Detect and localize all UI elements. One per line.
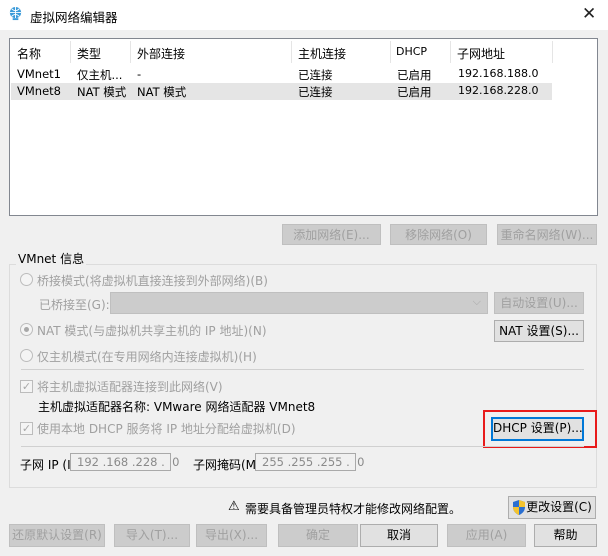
column-header-subnet[interactable]: 子网地址 [457, 45, 505, 62]
nat-settings-button[interactable]: NAT 设置(S)... [494, 320, 584, 342]
bridged-to-dropdown[interactable]: ⌵ [110, 292, 488, 314]
apply-button[interactable]: 应用(A) [447, 524, 526, 547]
warning-icon: ⚠ [228, 499, 240, 514]
cell-name: VMnet8 [17, 84, 61, 98]
column-header-dhcp[interactable]: DHCP [396, 45, 427, 58]
export-button[interactable]: 导出(X)... [196, 524, 267, 547]
divider [21, 446, 584, 447]
remove-network-button[interactable]: 移除网络(O) [390, 224, 487, 245]
rename-network-button[interactable]: 重命名网络(W)... [497, 224, 597, 245]
cell-type: NAT 模式 [77, 85, 127, 99]
restore-defaults-button[interactable]: 还原默认设置(R) [9, 524, 105, 547]
connect-adapter-checkbox[interactable]: ✓ [20, 380, 33, 393]
cancel-button[interactable]: 取消 [360, 524, 438, 547]
column-header-name[interactable]: 名称 [17, 45, 41, 62]
divider [21, 369, 584, 370]
bridged-label: 桥接模式(将虚拟机直接连接到外部网络)(B) [37, 274, 268, 288]
group-label: VMnet 信息 [16, 250, 87, 267]
auto-settings-button[interactable]: 自动设置(U)... [494, 292, 584, 314]
chevron-down-icon: ⌵ [472, 295, 481, 308]
subnet-mask-label: 子网掩码(M): [193, 458, 265, 472]
dhcp-settings-button[interactable]: DHCP 设置(P)... [491, 417, 584, 441]
change-settings-label: 更改设置(C) [526, 500, 592, 514]
cell-subnet: 192.168.228.0 [458, 84, 539, 97]
connect-adapter-label: 将主机虚拟适配器连接到此网络(V) [37, 380, 223, 394]
subnet-ip-input[interactable]: 192 .168 .228 . 0 [70, 453, 179, 471]
ok-button[interactable]: 确定 [278, 524, 358, 547]
change-settings-button[interactable]: 更改设置(C) [508, 496, 596, 519]
uac-shield-icon [513, 500, 525, 515]
table-row[interactable]: VMnet1 仅主机... - 已连接 已启用 192.168.188.0 [11, 66, 552, 83]
cell-host: 已连接 [298, 68, 333, 82]
cell-dhcp: 已启用 [397, 85, 432, 99]
cell-name: VMnet1 [17, 67, 61, 81]
close-icon[interactable]: ✕ [582, 4, 596, 24]
column-header-external[interactable]: 外部连接 [137, 45, 185, 62]
cell-dhcp: 已启用 [397, 68, 432, 82]
import-button[interactable]: 导入(T)... [114, 524, 190, 547]
column-header-host[interactable]: 主机连接 [298, 45, 346, 62]
bridged-radio[interactable] [20, 273, 33, 286]
bridged-to-label: 已桥接至(G): [39, 298, 110, 312]
help-button[interactable]: 帮助 [534, 524, 597, 547]
nat-radio[interactable] [20, 323, 33, 336]
cell-host: 已连接 [298, 85, 333, 99]
host-only-label: 仅主机模式(在专用网络内连接虚拟机)(H) [37, 350, 257, 364]
network-globe-icon [9, 6, 22, 21]
use-dhcp-checkbox[interactable]: ✓ [20, 422, 33, 435]
host-only-radio[interactable] [20, 349, 33, 362]
network-list[interactable]: 名称 类型 外部连接 主机连接 DHCP 子网地址 VMnet1 仅主机... … [9, 38, 598, 216]
cell-external: NAT 模式 [137, 85, 187, 99]
cell-external: - [137, 67, 142, 81]
window-title: 虚拟网络编辑器 [30, 10, 118, 25]
table-row-selected[interactable]: VMnet8 NAT 模式 NAT 模式 已连接 已启用 192.168.228… [11, 83, 552, 100]
use-dhcp-label: 使用本地 DHCP 服务将 IP 地址分配给虚拟机(D) [37, 422, 296, 436]
column-header-type[interactable]: 类型 [77, 45, 101, 62]
warning-text: 需要具备管理员特权才能修改网络配置。 [245, 502, 462, 516]
nat-label: NAT 模式(与虚拟机共享主机的 IP 地址)(N) [37, 324, 267, 338]
add-network-button[interactable]: 添加网络(E)... [282, 224, 381, 245]
subnet-mask-input[interactable]: 255 .255 .255 . 0 [255, 453, 364, 471]
cell-type: 仅主机... [77, 68, 123, 82]
cell-subnet: 192.168.188.0 [458, 67, 539, 80]
adapter-name-text: 主机虚拟适配器名称: VMware 网络适配器 VMnet8 [38, 400, 316, 414]
